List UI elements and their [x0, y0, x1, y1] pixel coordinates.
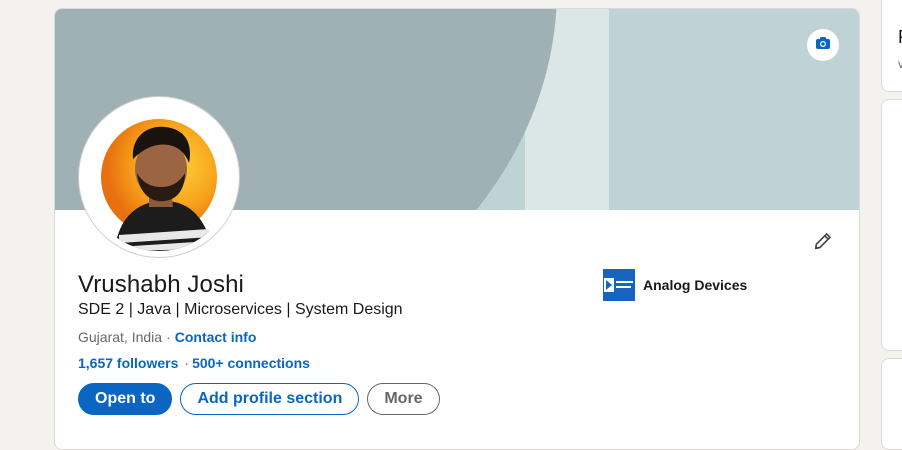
profile-actions: Open to Add profile section More: [78, 383, 440, 415]
location-row: Gujarat, India · Contact info: [78, 329, 256, 345]
company-logo: [603, 269, 635, 301]
location-separator: ·: [166, 329, 171, 345]
edit-intro-button[interactable]: [809, 229, 837, 257]
followers-link[interactable]: 1,657 followers: [78, 355, 178, 371]
open-to-button[interactable]: Open to: [78, 383, 173, 415]
edit-banner-button[interactable]: [807, 29, 839, 61]
camera-icon: [815, 35, 831, 56]
current-company[interactable]: Analog Devices: [603, 269, 747, 301]
profile-card: Vrushabh Joshi SDE 2 | Java | Microservi…: [54, 8, 860, 450]
right-rail-card-3: [881, 358, 902, 450]
company-name: Analog Devices: [643, 277, 748, 293]
right-rail-card-2: [881, 99, 902, 351]
stats-separator: ·: [184, 355, 190, 371]
right-rail-card[interactable]: P v: [881, 0, 902, 92]
connections-link[interactable]: 500+ connections: [192, 355, 310, 371]
profile-headline: SDE 2 | Java | Microservices | System De…: [78, 301, 403, 318]
contact-info-link[interactable]: Contact info: [175, 329, 257, 345]
profile-photo[interactable]: [79, 97, 239, 257]
more-button[interactable]: More: [367, 383, 440, 415]
profile-photo-image: [85, 103, 233, 251]
right-rail-card-title: P: [898, 27, 902, 48]
add-profile-section-button[interactable]: Add profile section: [180, 383, 360, 415]
profile-name: Vrushabh Joshi: [78, 271, 244, 298]
network-stats: 1,657 followers · 500+ connections: [78, 355, 310, 371]
right-rail-card-subtitle: v: [898, 57, 902, 71]
pencil-icon: [812, 230, 834, 257]
profile-location: Gujarat, India: [78, 329, 163, 345]
